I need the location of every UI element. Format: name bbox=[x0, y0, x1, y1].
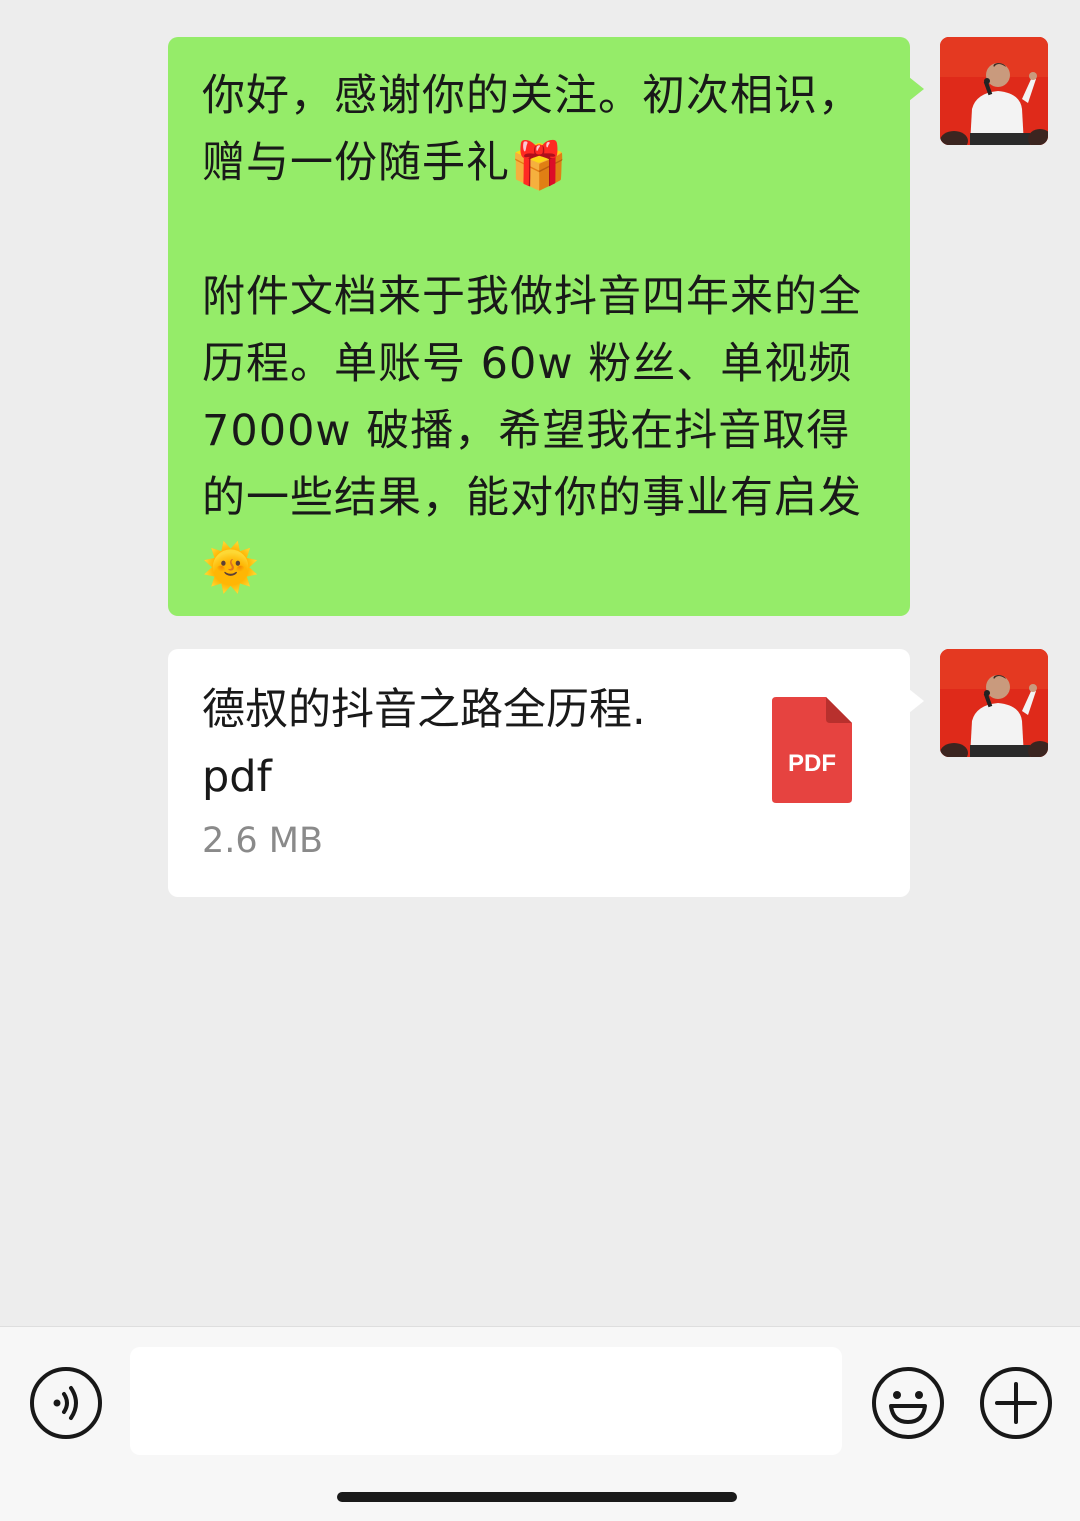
message-line: 的一些结果，能对你的事业有启发 bbox=[202, 473, 862, 523]
gift-emoji-icon: 🎁 bbox=[510, 138, 569, 192]
message-line: 历程。单账号 60w 粉丝、单视频 bbox=[202, 339, 853, 389]
text-message-bubble[interactable]: 你好，感谢你的关注。初次相识， 赠与一份随手礼🎁 附件文档来于我做抖音四年来的全… bbox=[168, 37, 924, 616]
voice-button[interactable] bbox=[29, 1366, 103, 1440]
message-line: 🌞 bbox=[202, 532, 892, 599]
emoji-button[interactable] bbox=[871, 1366, 945, 1440]
avatar[interactable] bbox=[940, 37, 1048, 145]
file-name-line: 德叔的抖音之路全历程. bbox=[202, 685, 646, 735]
home-indicator[interactable] bbox=[337, 1492, 737, 1502]
message-line: 赠与一份随手礼🎁 bbox=[202, 130, 892, 197]
pdf-label: PDF bbox=[788, 750, 836, 777]
message-line: 7000w 破播，希望我在抖音取得 bbox=[202, 406, 851, 456]
message-list[interactable]: 你好，感谢你的关注。初次相识， 赠与一份随手礼🎁 附件文档来于我做抖音四年来的全… bbox=[0, 0, 1080, 1326]
file-message-bubble[interactable]: 德叔的抖音之路全历程. pdf 2.6 MB PDF bbox=[168, 649, 924, 897]
message-text: 你好，感谢你的关注。初次相识， 赠与一份随手礼🎁 附件文档来于我做抖音四年来的全… bbox=[202, 63, 892, 599]
pdf-file-icon: PDF bbox=[772, 697, 852, 803]
message-line-blank bbox=[202, 197, 892, 264]
avatar[interactable] bbox=[940, 649, 1048, 757]
avatar-photo-icon bbox=[940, 649, 1048, 757]
emoji-icon bbox=[872, 1367, 944, 1439]
message-input[interactable] bbox=[130, 1347, 842, 1455]
message-line: 附件文档来于我做抖音四年来的全 bbox=[202, 272, 862, 322]
message-line-text: 赠与一份随手礼 bbox=[202, 138, 510, 188]
file-name: 德叔的抖音之路全历程. pdf bbox=[202, 677, 722, 811]
sun-emoji-icon: 🌞 bbox=[202, 540, 261, 594]
file-size: 2.6 MB bbox=[202, 821, 323, 861]
message-line: 你好，感谢你的关注。初次相识， bbox=[202, 71, 862, 121]
avatar-photo-icon bbox=[940, 37, 1048, 145]
bubble-tail bbox=[909, 77, 924, 101]
plus-icon bbox=[980, 1367, 1052, 1439]
file-name-line: pdf bbox=[202, 752, 272, 802]
voice-icon bbox=[30, 1367, 102, 1439]
bubble-tail bbox=[909, 689, 924, 713]
more-button[interactable] bbox=[979, 1366, 1053, 1440]
chat-screen: 你好，感谢你的关注。初次相识， 赠与一份随手礼🎁 附件文档来于我做抖音四年来的全… bbox=[0, 0, 1080, 1521]
